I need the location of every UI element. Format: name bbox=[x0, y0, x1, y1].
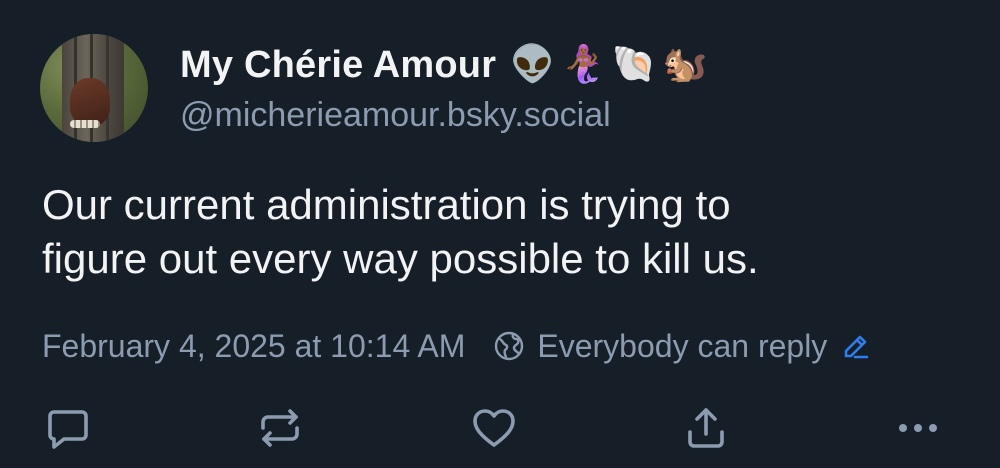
reply-icon[interactable] bbox=[44, 404, 92, 452]
like-icon[interactable] bbox=[470, 404, 518, 452]
post-actions bbox=[0, 398, 1000, 458]
edit-pencil-icon[interactable] bbox=[841, 331, 871, 361]
repost-icon[interactable] bbox=[256, 404, 304, 452]
post-timestamp: February 4, 2025 at 10:14 AM bbox=[42, 327, 466, 364]
author-emojis: 👽 🧜🏾‍♀️ 🐚 🐿️ bbox=[510, 47, 707, 83]
avatar-bracelet bbox=[70, 120, 100, 128]
avatar-hand bbox=[70, 78, 110, 126]
globe-icon bbox=[493, 330, 525, 362]
avatar[interactable] bbox=[40, 34, 148, 142]
author-handle[interactable]: @micherieamour.bsky.social bbox=[180, 96, 611, 135]
reply-setting[interactable]: Everybody can reply bbox=[537, 328, 827, 365]
more-icon[interactable] bbox=[894, 404, 942, 452]
post-meta: February 4, 2025 at 10:14 AM Everybody c… bbox=[42, 324, 871, 368]
alien-emoji-icon: 👽 bbox=[510, 44, 556, 85]
author-display-name[interactable]: My Chérie Amour bbox=[180, 44, 496, 87]
shell-emoji-icon: 🐚 bbox=[611, 44, 657, 85]
mermaid-emoji-icon: 🧜🏾‍♀️ bbox=[561, 44, 606, 85]
post-text: Our current administration is trying to … bbox=[42, 181, 759, 282]
share-icon[interactable] bbox=[682, 404, 730, 452]
author-name-row: My Chérie Amour 👽 🧜🏾‍♀️ 🐚 🐿️ bbox=[180, 42, 708, 88]
chipmunk-emoji-icon: 🐿️ bbox=[662, 44, 708, 85]
